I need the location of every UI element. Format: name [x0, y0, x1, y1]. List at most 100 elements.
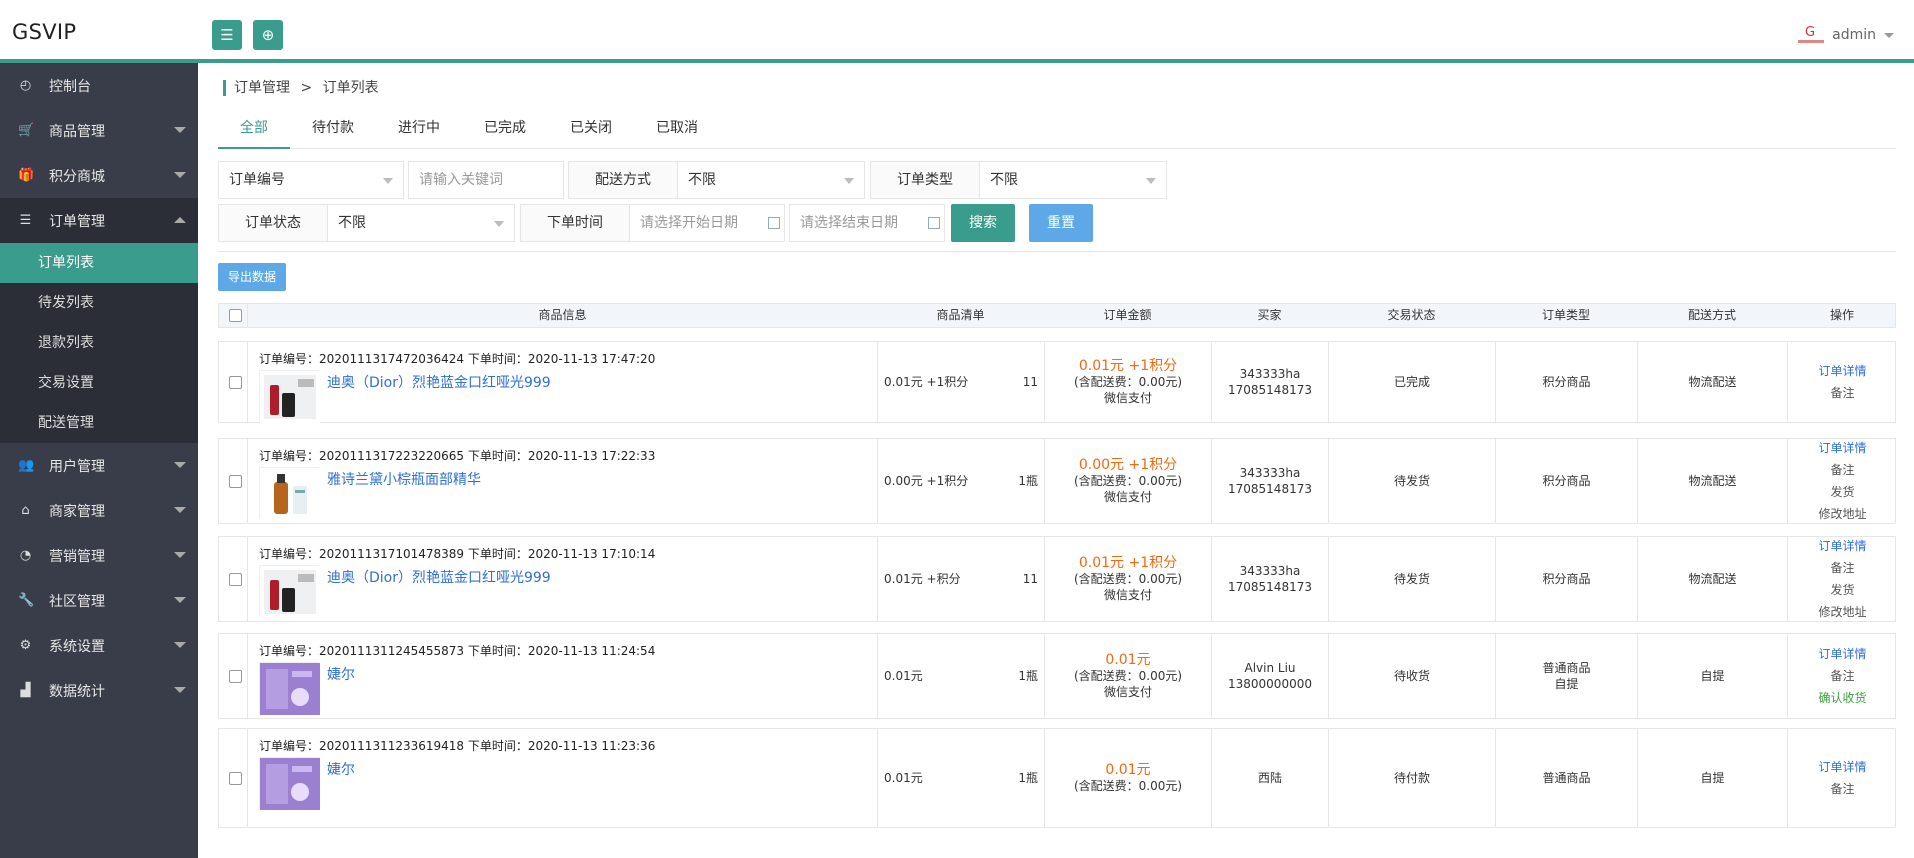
order-type: 积分商品: [1542, 572, 1591, 586]
end-date-input[interactable]: 请选择结束日期: [789, 204, 945, 242]
order-type-label: 订单类型: [870, 161, 980, 199]
product-name-link[interactable]: 迪奥（Dior）烈艳蓝金口红哑光999: [327, 372, 551, 392]
delivery-select[interactable]: 不限: [677, 161, 865, 199]
remark-link[interactable]: 备注: [1830, 557, 1854, 579]
row-checkbox[interactable]: [229, 772, 242, 785]
start-date-input[interactable]: 请选择开始日期: [629, 204, 785, 242]
search-button[interactable]: 搜索: [951, 204, 1015, 242]
quantity: 11: [1022, 572, 1038, 586]
sidebar-item-4[interactable]: 👥 用户管理: [0, 443, 198, 488]
product-name-link[interactable]: 婕尔: [327, 759, 355, 779]
edit-address-link[interactable]: 修改地址: [1818, 601, 1866, 623]
row-checkbox[interactable]: [229, 376, 242, 389]
sidebar-item-label: 数据统计: [49, 683, 105, 700]
order-detail-link[interactable]: 订单详情: [1818, 535, 1866, 557]
buyer-cell: 343333ha 17085148173: [1211, 342, 1328, 422]
order-field-select[interactable]: 订单编号: [218, 161, 404, 199]
remark-link[interactable]: 备注: [1830, 778, 1854, 800]
reset-button[interactable]: 重置: [1029, 204, 1093, 242]
delivery-fee: (含配送费：0.00元): [1073, 474, 1183, 488]
product-thumbnail[interactable]: [259, 662, 320, 715]
order-detail-link[interactable]: 订单详情: [1818, 360, 1866, 382]
product-thumbnail[interactable]: [259, 565, 320, 618]
edit-address-link[interactable]: 修改地址: [1818, 503, 1866, 525]
product-name-link[interactable]: 迪奥（Dior）烈艳蓝金口红哑光999: [327, 567, 551, 587]
payment-method: 微信支付: [1103, 588, 1152, 602]
chevron-down-icon: [174, 687, 186, 693]
sidebar-item-8[interactable]: ⚙ 系统设置: [0, 623, 198, 668]
order-type-cell: 积分商品: [1495, 439, 1637, 523]
submenu-item-0[interactable]: 订单列表: [0, 243, 198, 283]
product-thumbnail[interactable]: [259, 757, 320, 810]
sidebar-item-7[interactable]: 🔧 社区管理: [0, 578, 198, 623]
order-time-label: 下单时间: [520, 204, 630, 242]
order-status-select[interactable]: 不限: [327, 204, 515, 242]
calendar-icon: [928, 217, 940, 229]
order-subtype: 自提: [1554, 677, 1579, 691]
list-price: 0.01元: [884, 771, 923, 785]
export-button[interactable]: 导出数据: [218, 263, 286, 291]
submenu-item-2[interactable]: 退款列表: [0, 323, 198, 363]
tab-all[interactable]: 全部: [218, 109, 290, 149]
product-name-link[interactable]: 雅诗兰黛小棕瓶面部精华: [327, 469, 481, 489]
submenu-item-4[interactable]: 配送管理: [0, 403, 198, 443]
row-checkbox[interactable]: [229, 670, 242, 683]
menu-toggle-button[interactable]: ☰: [212, 20, 242, 50]
delivery-cell: 物流配送: [1637, 439, 1787, 523]
order-detail-link[interactable]: 订单详情: [1818, 437, 1866, 459]
breadcrumb-parent[interactable]: 订单管理: [234, 80, 290, 96]
order-type-select[interactable]: 不限: [979, 161, 1167, 199]
order-type: 普通商品: [1542, 661, 1591, 675]
remark-link[interactable]: 备注: [1830, 665, 1854, 687]
submenu-item-1[interactable]: 待发列表: [0, 283, 198, 323]
row-checkbox[interactable]: [229, 475, 242, 488]
tab-in-progress[interactable]: 进行中: [376, 109, 462, 149]
amount-cell: 0.01元 +1积分 (含配送费：0.00元) 微信支付: [1044, 537, 1211, 621]
buyer-name: 343333ha: [1239, 466, 1301, 480]
tab-pending-payment[interactable]: 待付款: [290, 109, 376, 149]
status-cell: 已完成: [1328, 342, 1495, 422]
keyword-input[interactable]: 请输入关键词: [408, 161, 564, 199]
cogs-icon: ⚙: [19, 638, 32, 653]
product-thumbnail[interactable]: [259, 467, 320, 520]
trade-status: 待付款: [1393, 771, 1430, 785]
quantity: 1瓶: [1018, 474, 1038, 488]
chevron-down-icon: [174, 462, 186, 468]
sidebar-item-2[interactable]: 🎁 积分商城: [0, 153, 198, 198]
sidebar-item-9[interactable]: ▟ 数据统计: [0, 668, 198, 713]
ship-link[interactable]: 发货: [1830, 579, 1854, 601]
tab-completed[interactable]: 已完成: [462, 109, 548, 149]
order-amount: 0.01元 +1积分: [1078, 555, 1178, 571]
remark-link[interactable]: 备注: [1830, 459, 1854, 481]
order-detail-link[interactable]: 订单详情: [1818, 643, 1866, 665]
tab-cancelled[interactable]: 已取消: [634, 109, 720, 149]
sidebar-item-label: 商家管理: [49, 503, 105, 520]
sidebar-item-5[interactable]: ⌂ 商家管理: [0, 488, 198, 533]
sidebar-item-0[interactable]: ◴ 控制台: [0, 63, 198, 108]
order-detail-link[interactable]: 订单详情: [1818, 756, 1866, 778]
product-name-link[interactable]: 婕尔: [327, 664, 355, 684]
order-amount: 0.01元 +1积分: [1078, 358, 1178, 374]
confirm-receipt-link[interactable]: 确认收货: [1818, 687, 1866, 709]
sidebar-item-1[interactable]: 🛒 商品管理: [0, 108, 198, 153]
sidebar-item-6[interactable]: ◔ 营销管理: [0, 533, 198, 578]
row-checkbox[interactable]: [229, 573, 242, 586]
ship-link[interactable]: 发货: [1830, 481, 1854, 503]
order-amount: 0.01元: [1105, 652, 1151, 668]
tab-closed[interactable]: 已关闭: [548, 109, 634, 149]
order-row: 订单编号：2020111317101478389 下单时间：2020-11-13…: [218, 536, 1896, 622]
user-menu[interactable]: G admin: [1796, 24, 1894, 46]
actions-cell: 订单详情 备注: [1787, 342, 1897, 422]
area-chart-icon: ▟: [20, 683, 31, 698]
submenu-item-3[interactable]: 交易设置: [0, 363, 198, 403]
product-thumbnail[interactable]: [259, 370, 320, 423]
sidebar-item-label: 营销管理: [49, 548, 105, 565]
select-all-checkbox[interactable]: [229, 309, 242, 322]
sidebar-item-3[interactable]: ☰ 订单管理: [0, 198, 198, 243]
chevron-down-icon: [174, 552, 186, 558]
users-icon: 👥: [18, 458, 35, 473]
list-icon: ☰: [19, 213, 32, 228]
remark-link[interactable]: 备注: [1830, 382, 1854, 404]
globe-button[interactable]: ⊕: [253, 20, 283, 50]
avatar: G: [1796, 24, 1826, 46]
